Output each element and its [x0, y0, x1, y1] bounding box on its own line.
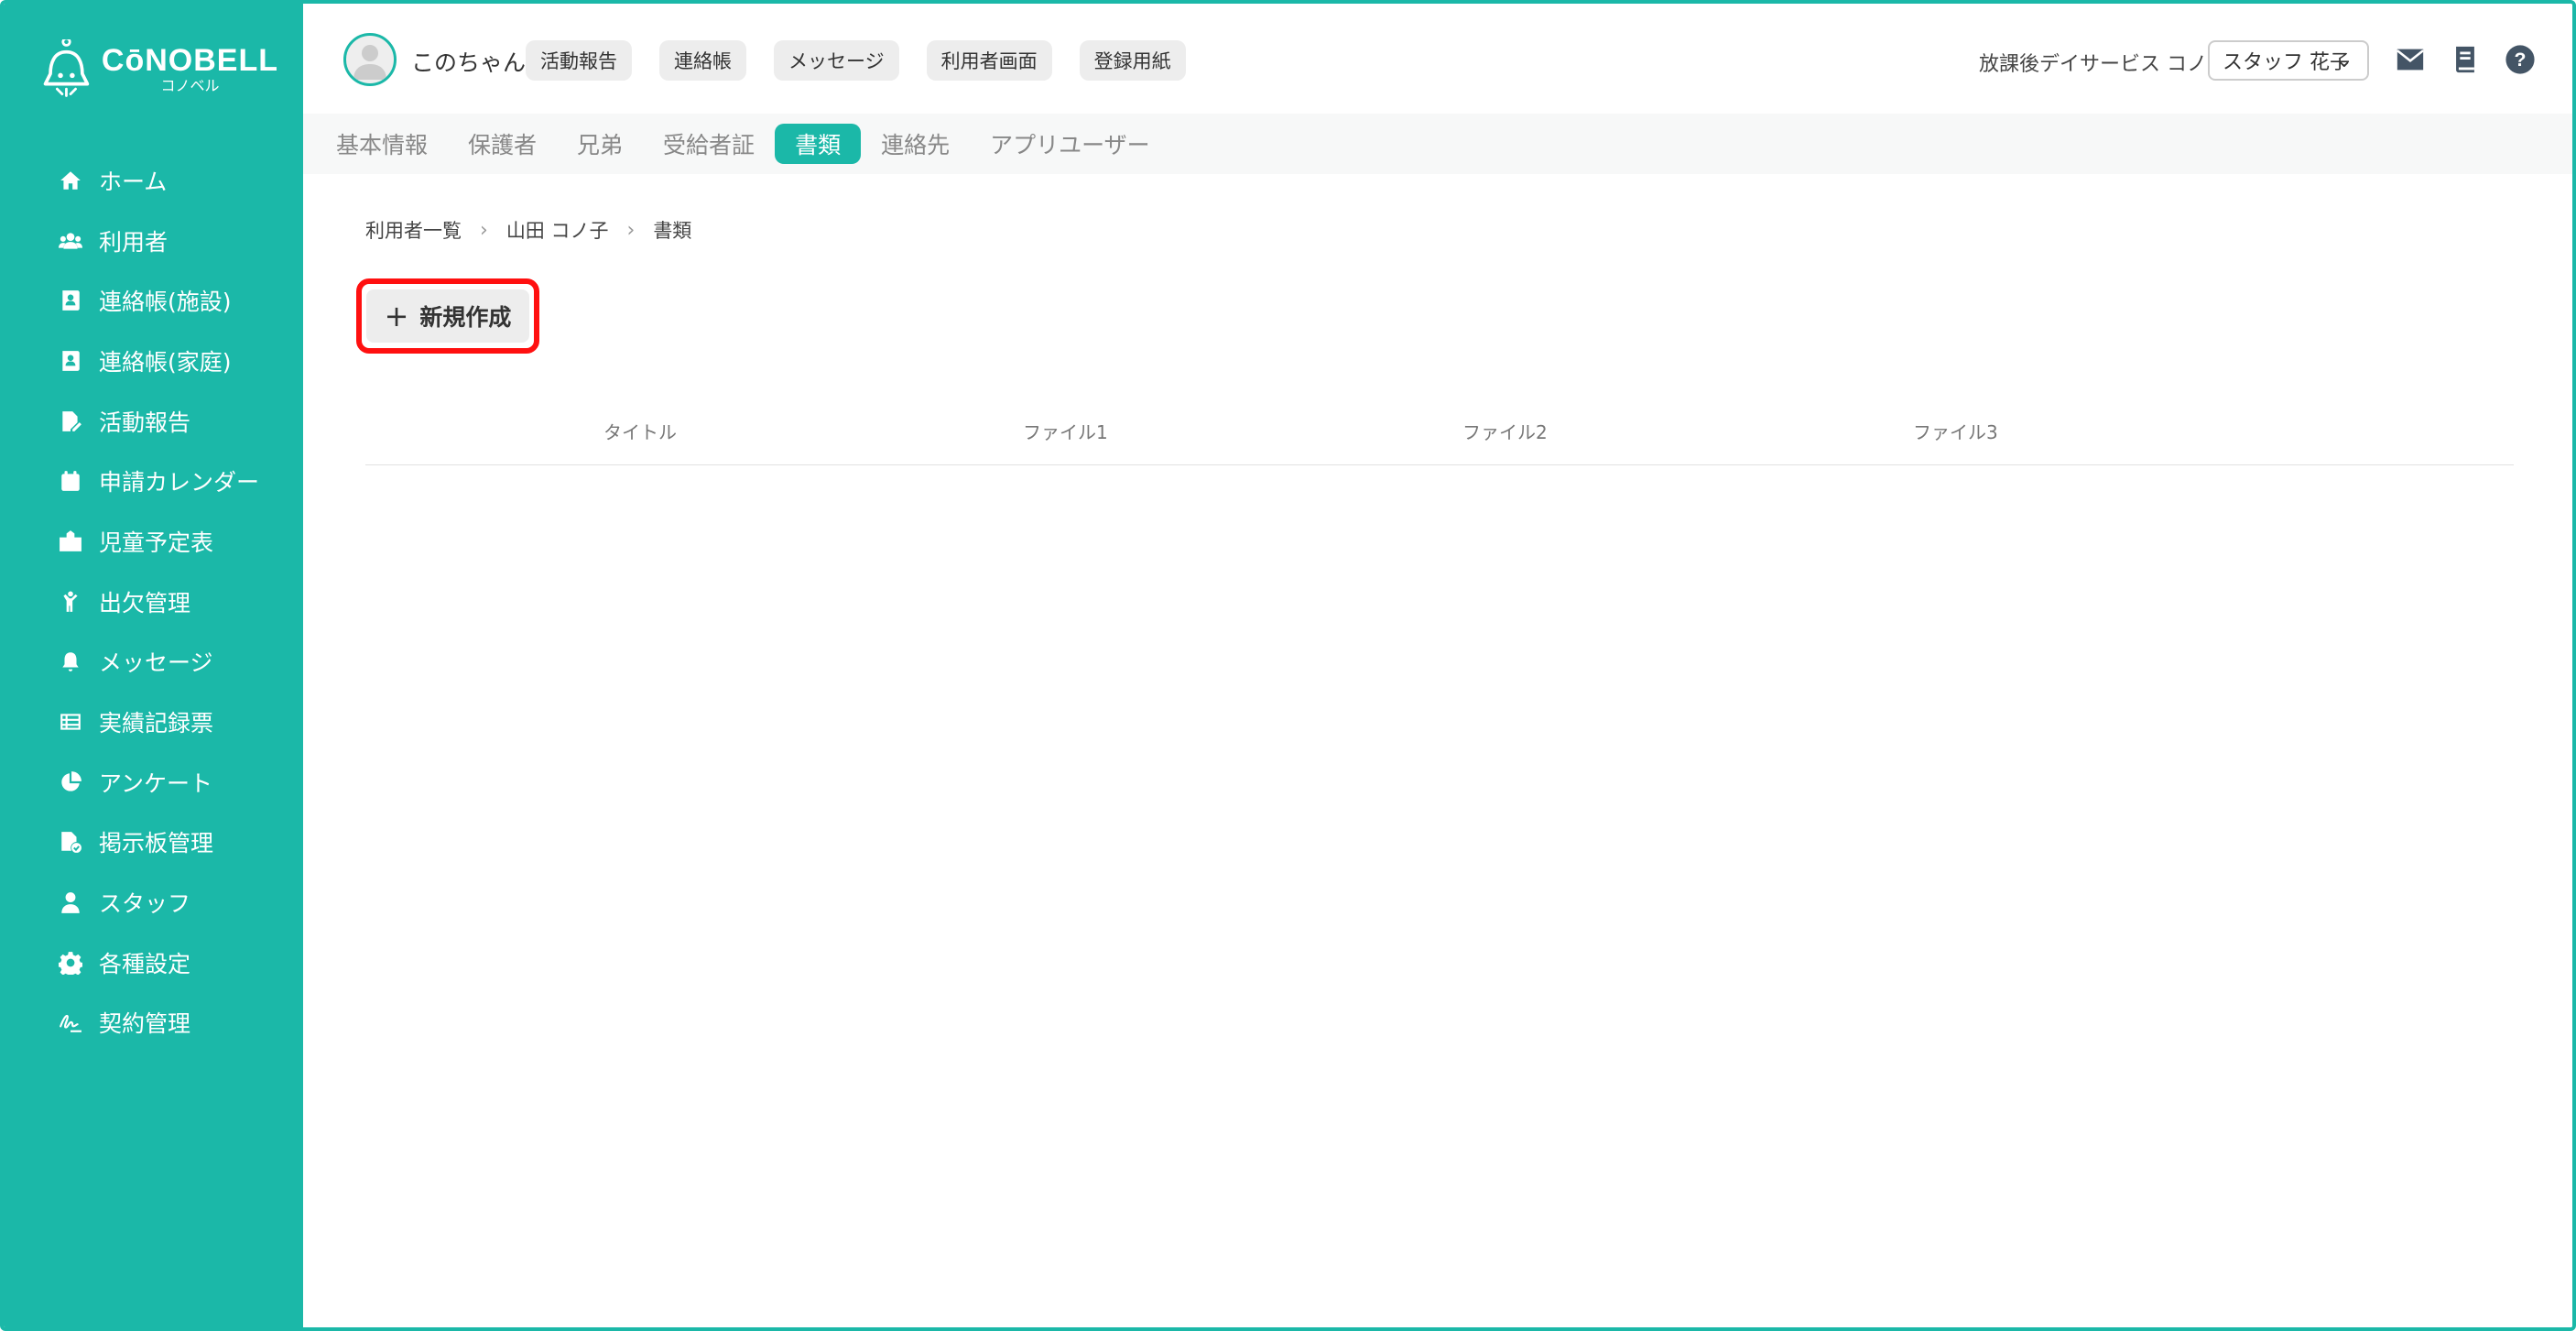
- tab-siblings[interactable]: 兄弟: [577, 127, 623, 160]
- chip-registration-form[interactable]: 登録用紙: [1079, 40, 1186, 81]
- table-header: タイトル ファイル1 ファイル2 ファイル3: [365, 407, 2514, 465]
- brand-name: CōNOBELL: [101, 43, 278, 78]
- chip-activity-report[interactable]: 活動報告: [526, 40, 632, 81]
- sidebar: CōNOBELL コノベル ホーム 利用者 連絡帳(施設) 連絡帳(家庭) 活動…: [4, 4, 303, 1327]
- column-file2: ファイル2: [1462, 421, 1548, 443]
- svg-text:?: ?: [2515, 49, 2527, 71]
- sidebar-item-label: 実績記録票: [99, 710, 214, 737]
- sidebar-item-users[interactable]: 利用者: [4, 211, 303, 271]
- breadcrumb: 利用者一覧 › 山田 コノ子 › 書類: [365, 216, 691, 244]
- breadcrumb-item-user-list[interactable]: 利用者一覧: [365, 216, 462, 244]
- sidebar-item-label: 連絡帳(施設): [99, 289, 232, 316]
- book-icon[interactable]: [2450, 44, 2481, 75]
- sidebar-item-message[interactable]: メッセージ: [4, 632, 303, 693]
- brand-logo[interactable]: CōNOBELL コノベル: [40, 37, 278, 103]
- avatar[interactable]: [343, 33, 397, 86]
- child-icon: [59, 590, 82, 614]
- new-create-label: 新規作成: [419, 304, 512, 331]
- gear-icon: [59, 951, 82, 975]
- bell-logo-icon: [43, 39, 90, 97]
- sidebar-item-activity-report[interactable]: 活動報告: [4, 391, 303, 452]
- sidebar-item-label: スタッフ: [99, 890, 191, 918]
- brand-sub: コノベル: [160, 77, 220, 94]
- sidebar-item-label: 児童予定表: [99, 529, 214, 556]
- column-title: タイトル: [603, 421, 677, 443]
- bell-icon: [59, 649, 82, 673]
- contact-book-icon: [59, 349, 82, 373]
- sidebar-item-calendar[interactable]: 申請カレンダー: [4, 451, 303, 511]
- sidebar-item-label: 利用者: [99, 228, 168, 256]
- sidebar-item-label: 契約管理: [99, 1010, 191, 1038]
- user-name[interactable]: このちゃん: [411, 45, 526, 78]
- sidebar-item-label: アンケート: [99, 769, 213, 797]
- table-icon: [59, 710, 82, 734]
- contact-book-icon: [59, 289, 82, 312]
- user-avatar-icon: [353, 45, 386, 80]
- school-icon: [59, 529, 82, 553]
- breadcrumb-item-current: 書類: [653, 220, 692, 242]
- sidebar-item-label: 掲示板管理: [99, 830, 214, 857]
- tab-guardian[interactable]: 保護者: [468, 127, 537, 160]
- chip-contact-book[interactable]: 連絡帳: [659, 40, 746, 81]
- sidebar-item-contact-home[interactable]: 連絡帳(家庭): [4, 331, 303, 391]
- chip-user-screen[interactable]: 利用者画面: [926, 40, 1052, 81]
- tab-documents[interactable]: 書類: [775, 124, 862, 164]
- sidebar-item-attendance[interactable]: 出欠管理: [4, 572, 303, 632]
- sidebar-nav: ホーム 利用者 連絡帳(施設) 連絡帳(家庭) 活動報告 申請カレンダー 児童予…: [4, 150, 303, 1053]
- help-icon[interactable]: ?: [2505, 44, 2536, 75]
- column-file1: ファイル1: [1023, 421, 1108, 443]
- new-create-button[interactable]: + 新規作成: [366, 289, 529, 343]
- sidebar-item-label: 活動報告: [99, 409, 191, 436]
- breadcrumb-separator-icon: ›: [626, 218, 636, 242]
- staff-select-value: スタッフ 花子: [2223, 51, 2350, 74]
- main-content: このちゃん 活動報告 連絡帳 メッセージ 利用者画面 登録用紙 放課後デイサービ…: [303, 4, 2572, 1327]
- tab-certificate[interactable]: 受給者証: [663, 127, 755, 160]
- top-bar: このちゃん 活動報告 連絡帳 メッセージ 利用者画面 登録用紙 放課後デイサービ…: [303, 4, 2572, 114]
- sidebar-item-label: 各種設定: [99, 950, 191, 977]
- sidebar-item-staff[interactable]: スタッフ: [4, 872, 303, 933]
- sidebar-item-label: ホーム: [99, 168, 168, 195]
- tab-bar: 基本情報 保護者 兄弟 受給者証 書類 連絡先 アプリユーザー: [303, 114, 2572, 174]
- tab-basic-info[interactable]: 基本情報: [336, 127, 428, 160]
- tab-app-users[interactable]: アプリユーザー: [990, 127, 1150, 160]
- app-window: CōNOBELL コノベル ホーム 利用者 連絡帳(施設) 連絡帳(家庭) 活動…: [0, 0, 2576, 1331]
- sidebar-item-schedule[interactable]: 児童予定表: [4, 511, 303, 572]
- breadcrumb-separator-icon: ›: [480, 218, 488, 242]
- breadcrumb-item-user[interactable]: 山田 コノ子: [506, 216, 609, 244]
- sidebar-item-survey[interactable]: アンケート: [4, 752, 303, 813]
- sidebar-item-label: メッセージ: [99, 649, 213, 677]
- quick-links: 活動報告 連絡帳 メッセージ 利用者画面 登録用紙: [526, 40, 1213, 81]
- sidebar-item-record[interactable]: 実績記録票: [4, 692, 303, 752]
- tab-contacts[interactable]: 連絡先: [881, 127, 950, 160]
- sidebar-item-settings[interactable]: 各種設定: [4, 933, 303, 993]
- sidebar-item-home[interactable]: ホーム: [4, 150, 303, 211]
- chip-message[interactable]: メッセージ: [774, 40, 899, 81]
- report-edit-icon: [59, 409, 82, 433]
- users-icon: [59, 229, 82, 253]
- staff-icon: [59, 890, 82, 914]
- sidebar-item-contact-facility[interactable]: 連絡帳(施設): [4, 270, 303, 331]
- chevron-down-icon: ⌄: [2335, 49, 2353, 72]
- column-file3: ファイル3: [1913, 421, 1998, 443]
- staff-select[interactable]: スタッフ 花子 ⌄: [2208, 40, 2369, 81]
- mail-icon[interactable]: [2395, 44, 2426, 75]
- signature-icon: [59, 1010, 82, 1034]
- calendar-icon: [59, 469, 82, 493]
- sidebar-item-board[interactable]: 掲示板管理: [4, 813, 303, 873]
- file-check-icon: [59, 830, 82, 854]
- sidebar-item-contract[interactable]: 契約管理: [4, 993, 303, 1053]
- sidebar-item-label: 出欠管理: [99, 589, 191, 616]
- sidebar-item-label: 連絡帳(家庭): [99, 348, 232, 376]
- plus-icon: +: [384, 299, 409, 333]
- pie-chart-icon: [59, 770, 82, 794]
- sidebar-item-label: 申請カレンダー: [99, 469, 260, 496]
- home-icon: [59, 169, 82, 192]
